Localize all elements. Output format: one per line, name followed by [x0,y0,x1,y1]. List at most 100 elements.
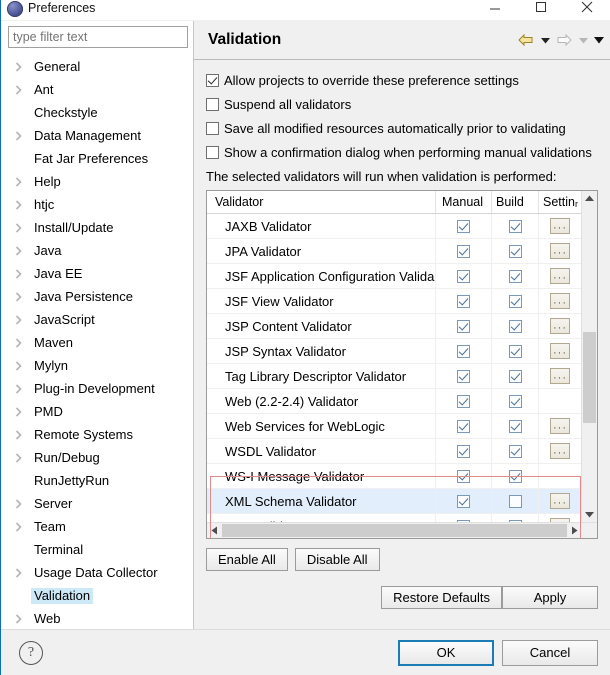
table-row[interactable]: Web (2.2-2.4) Validator [207,389,581,414]
settings-cell[interactable]: ··· [539,364,581,388]
preferences-tree[interactable]: GeneralAntCheckstyleData ManagementFat J… [1,51,193,629]
settings-ellipsis-button[interactable]: ··· [550,368,570,384]
sidebar-item-help[interactable]: Help [1,170,193,193]
chevron-right-icon[interactable] [15,361,31,371]
table-row[interactable]: JPA Validator··· [207,239,581,264]
chevron-right-icon[interactable] [15,223,31,233]
manual-checkbox[interactable] [457,345,470,358]
table-row[interactable]: XML Validator··· [207,514,581,522]
sidebar-item-maven[interactable]: Maven [1,331,193,354]
table-row[interactable]: Tag Library Descriptor Validator··· [207,364,581,389]
build-cell[interactable] [492,364,539,388]
settings-cell[interactable]: ··· [539,264,581,288]
manual-cell[interactable] [436,489,492,513]
manual-checkbox[interactable] [457,245,470,258]
manual-cell[interactable] [436,514,492,522]
horizontal-scroll-thumb[interactable] [222,524,567,537]
minimize-button[interactable] [472,0,518,17]
manual-cell[interactable] [436,389,492,413]
table-vertical-scrollbar[interactable] [581,191,597,522]
sidebar-item-data-management[interactable]: Data Management [1,124,193,147]
search-input[interactable] [8,26,188,48]
help-question-icon[interactable]: ? [19,641,43,665]
settings-ellipsis-button[interactable]: ··· [550,418,570,434]
option-row[interactable]: Allow projects to override these prefere… [206,70,598,91]
checkbox[interactable] [206,122,219,135]
chevron-right-icon[interactable] [15,522,31,532]
table-row[interactable]: JSP Syntax Validator··· [207,339,581,364]
chevron-right-icon[interactable] [15,62,31,72]
chevron-right-icon[interactable] [15,338,31,348]
build-cell[interactable] [492,264,539,288]
sidebar-item-general[interactable]: General [1,55,193,78]
back-arrow-icon[interactable] [516,30,536,50]
sidebar-item-ant[interactable]: Ant [1,78,193,101]
build-cell[interactable] [492,214,539,238]
build-checkbox[interactable] [509,320,522,333]
scroll-up-icon[interactable] [582,191,597,206]
sidebar-item-htjc[interactable]: htjc [1,193,193,216]
build-cell[interactable] [492,339,539,363]
build-checkbox[interactable] [509,345,522,358]
sidebar-item-web[interactable]: Web [1,607,193,629]
checkbox[interactable] [206,98,219,111]
manual-checkbox[interactable] [457,470,470,483]
build-checkbox[interactable] [509,420,522,433]
scroll-right-icon[interactable] [567,526,582,535]
manual-cell[interactable] [436,214,492,238]
sidebar-item-javascript[interactable]: JavaScript [1,308,193,331]
settings-ellipsis-button[interactable]: ··· [550,243,570,259]
manual-cell[interactable] [436,439,492,463]
settings-cell[interactable]: ··· [539,239,581,263]
column-header-settings[interactable]: Settinᵣ [539,191,581,213]
table-row[interactable]: JSF View Validator··· [207,289,581,314]
manual-cell[interactable] [436,364,492,388]
table-row[interactable]: JSP Content Validator··· [207,314,581,339]
enable-all-button[interactable]: Enable All [206,548,288,571]
table-row[interactable]: JSF Application Configuration Valida...·… [207,264,581,289]
cancel-button[interactable]: Cancel [502,640,598,666]
option-row[interactable]: Suspend all validators [206,94,598,115]
checkbox[interactable] [206,74,219,87]
column-header-validator[interactable]: Validator [207,191,436,213]
build-checkbox[interactable] [509,445,522,458]
sidebar-item-mylyn[interactable]: Mylyn [1,354,193,377]
table-row[interactable]: JAXB Validator··· [207,214,581,239]
manual-cell[interactable] [436,314,492,338]
build-checkbox[interactable] [509,395,522,408]
sidebar-item-runjettyrun[interactable]: RunJettyRun [1,469,193,492]
settings-cell[interactable]: ··· [539,414,581,438]
chevron-right-icon[interactable] [15,384,31,394]
manual-checkbox[interactable] [457,220,470,233]
table-row[interactable]: Web Services for WebLogic··· [207,414,581,439]
settings-cell[interactable]: ··· [539,289,581,313]
build-checkbox[interactable] [509,220,522,233]
settings-cell[interactable]: ··· [539,489,581,513]
build-cell[interactable] [492,289,539,313]
table-row[interactable]: WS-I Message Validator [207,464,581,489]
build-checkbox[interactable] [509,245,522,258]
ok-button[interactable]: OK [398,640,494,666]
disable-all-button[interactable]: Disable All [295,548,380,571]
manual-checkbox[interactable] [457,495,470,508]
build-checkbox[interactable] [509,295,522,308]
build-checkbox[interactable] [509,370,522,383]
horizontal-scroll-track[interactable] [222,523,567,538]
table-row[interactable]: WSDL Validator··· [207,439,581,464]
settings-ellipsis-button[interactable]: ··· [550,493,570,509]
sidebar-item-remote-systems[interactable]: Remote Systems [1,423,193,446]
manual-checkbox[interactable] [457,270,470,283]
view-menu-chevron-down-icon[interactable] [592,30,606,50]
build-checkbox[interactable] [509,495,522,508]
sidebar-item-validation[interactable]: Validation [1,584,193,607]
manual-cell[interactable] [436,339,492,363]
chevron-right-icon[interactable] [15,315,31,325]
sidebar-item-install-update[interactable]: Install/Update [1,216,193,239]
maximize-button[interactable] [518,0,564,17]
chevron-right-icon[interactable] [15,453,31,463]
sidebar-item-run-debug[interactable]: Run/Debug [1,446,193,469]
build-checkbox[interactable] [509,270,522,283]
settings-cell[interactable]: ··· [539,314,581,338]
manual-cell[interactable] [436,414,492,438]
chevron-right-icon[interactable] [15,269,31,279]
